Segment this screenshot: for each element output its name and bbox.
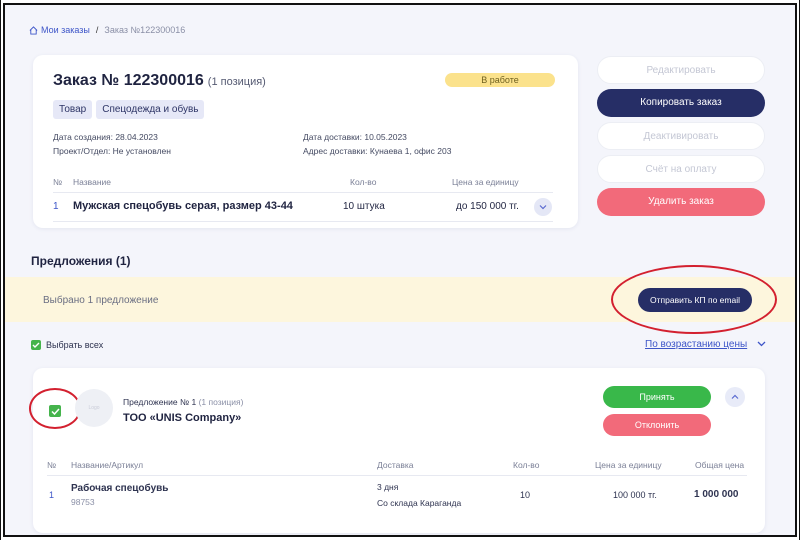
order-card: Заказ № 122300016 (1 позиция) В работе То… xyxy=(33,55,578,228)
offer-col-delivery: Доставка xyxy=(377,460,414,470)
invoice-button[interactable]: Счёт на оплату xyxy=(597,155,765,183)
checkbox-checked-icon xyxy=(31,340,41,350)
offer-row-number: 1 xyxy=(49,490,55,500)
offer-col-num: № xyxy=(47,460,57,470)
breadcrumb: Мои заказы / Заказ №122300016 xyxy=(29,25,185,35)
offer-row-total: 1 000 000 xyxy=(694,489,739,500)
offer-col-total: Общая цена xyxy=(695,460,745,470)
company-logo: Logo xyxy=(75,389,113,427)
offer-row-unit-price: 100 000 тг. xyxy=(613,490,657,500)
breadcrumb-separator: / xyxy=(95,25,99,35)
collapse-offer-button[interactable] xyxy=(725,387,745,407)
offer-row-qty: 10 xyxy=(520,490,531,500)
order-positions: (1 позиция) xyxy=(207,76,266,88)
offer-col-unit-price: Цена за единицу xyxy=(595,460,662,470)
offers-section-title: Предложения (1) xyxy=(31,254,131,268)
app-frame: Мои заказы / Заказ №122300016 Заказ № 12… xyxy=(3,3,797,537)
col-header-price: Цена за единицу xyxy=(452,177,519,187)
chevron-up-icon xyxy=(731,394,739,399)
row-product-name: Мужская спецобувь серая, размер 43-44 xyxy=(73,200,293,212)
check-icon xyxy=(50,407,60,415)
select-all-label: Выбрать всех xyxy=(46,340,104,350)
tag-type: Товар xyxy=(53,100,93,119)
offer-row-sku: 98753 xyxy=(71,497,95,507)
deactivate-button[interactable]: Деактивировать xyxy=(597,122,765,150)
offer-row-delivery-days: 3 дня xyxy=(377,482,399,492)
offer-checkbox[interactable] xyxy=(49,405,61,417)
offer-number: Предложение № 1 xyxy=(123,397,197,407)
order-number: Заказ № 122300016 xyxy=(53,72,204,89)
created-date: Дата создания: 28.04.2023 xyxy=(53,132,158,142)
row-quantity: 10 штука xyxy=(343,201,385,212)
table-divider xyxy=(53,192,553,193)
left-border-line xyxy=(0,0,1,540)
home-icon xyxy=(29,25,38,35)
send-email-button[interactable]: Отправить КП по email xyxy=(638,288,752,312)
selection-count-text: Выбрано 1 предложение xyxy=(43,295,159,306)
expand-row-button[interactable] xyxy=(534,198,552,216)
project-department: Проект/Отдел: Не установлен xyxy=(53,146,171,156)
order-meta-right: Дата доставки: 10.05.2023 Адрес доставки… xyxy=(303,130,451,158)
edit-button[interactable]: Редактировать xyxy=(597,56,765,84)
offer-positions: (1 позиция) xyxy=(198,397,244,407)
offer-company-name: ТОО «UNIS Company» xyxy=(123,412,242,424)
breadcrumb-home[interactable]: Мои заказы xyxy=(29,25,90,35)
order-title: Заказ № 122300016 (1 позиция) xyxy=(53,72,266,90)
status-badge: В работе xyxy=(445,73,555,87)
table-bottom-divider xyxy=(53,221,553,222)
tag-category: Спецодежда и обувь xyxy=(96,100,205,119)
offer-col-qty: Кол-во xyxy=(513,460,540,470)
col-header-qty: Кол-во xyxy=(350,177,377,187)
offer-row-delivery-from: Со склада Караганда xyxy=(377,498,462,508)
chevron-down-icon[interactable] xyxy=(757,341,766,347)
offer-table-divider xyxy=(47,475,747,476)
row-price: до 150 000 тг. xyxy=(456,201,519,212)
copy-order-button[interactable]: Копировать заказ xyxy=(597,89,765,117)
col-header-name: Название xyxy=(73,177,111,187)
order-meta-left: Дата создания: 28.04.2023 Проект/Отдел: … xyxy=(53,130,171,158)
offer-label: Предложение № 1 (1 позиция) xyxy=(123,397,243,407)
chevron-down-icon xyxy=(539,205,547,210)
delivery-address: Адрес доставки: Кунаева 1, офис 203 xyxy=(303,146,452,156)
delete-order-button[interactable]: Удалить заказ xyxy=(597,188,765,216)
delivery-date: Дата доставки: 10.05.2023 xyxy=(303,132,407,142)
row-number: 1 xyxy=(53,201,59,212)
breadcrumb-home-label[interactable]: Мои заказы xyxy=(41,25,90,35)
accept-button[interactable]: Принять xyxy=(603,386,711,408)
order-tags: Товар Спецодежда и обувь xyxy=(53,100,205,119)
sort-dropdown[interactable]: По возрастанию цены xyxy=(645,339,747,350)
reject-button[interactable]: Отклонить xyxy=(603,414,711,436)
breadcrumb-current: Заказ №122300016 xyxy=(104,25,186,35)
col-header-num: № xyxy=(53,177,63,187)
select-all-checkbox[interactable]: Выбрать всех xyxy=(31,340,103,350)
offer-col-name: Название/Артикул xyxy=(71,460,144,470)
offer-row-name: Рабочая спецобувь xyxy=(71,483,169,494)
